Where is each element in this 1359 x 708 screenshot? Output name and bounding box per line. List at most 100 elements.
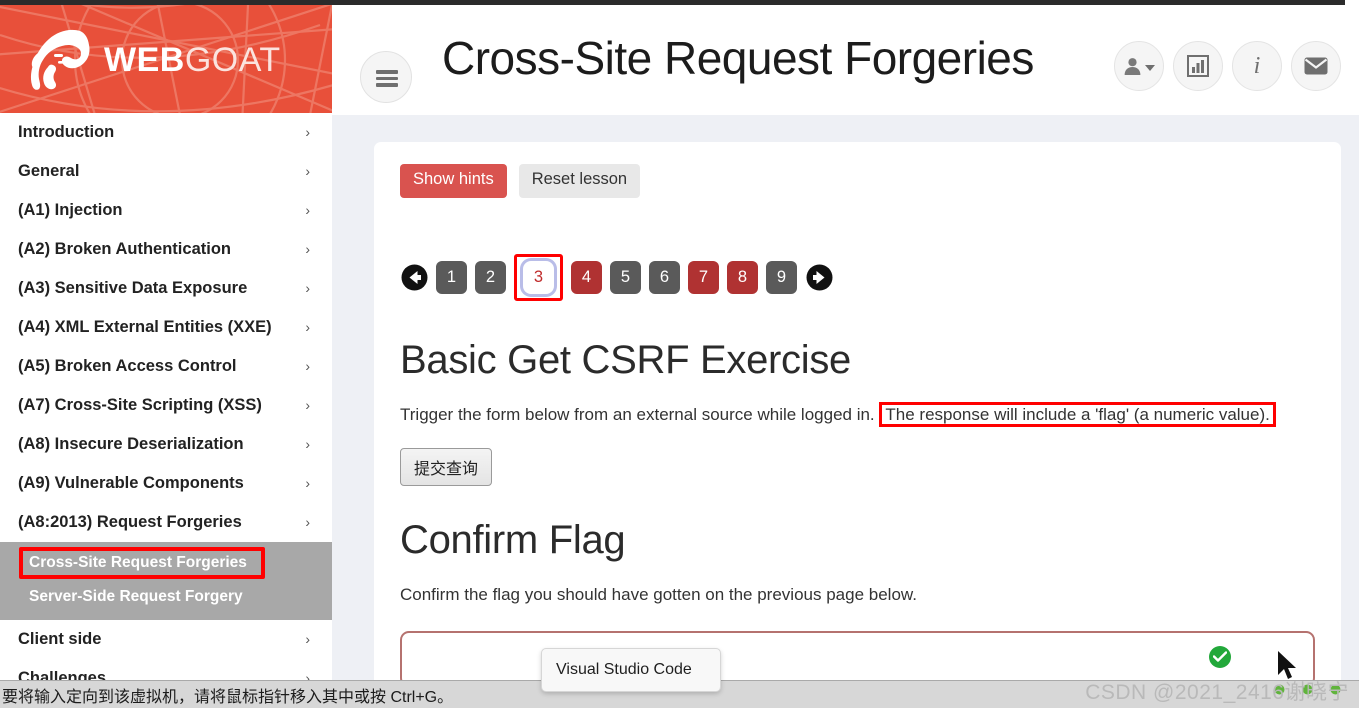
bar-chart-glyph [1187,55,1209,77]
mouse-cursor-icon [1278,651,1296,679]
submit-query-button[interactable]: 提交查询 [400,447,493,486]
chevron-right-icon: › [305,163,310,179]
envelope-icon[interactable] [1291,41,1341,91]
next-glyph [806,264,832,291]
header-icon-group: i [1114,41,1341,91]
annotation-box-page-3: 3 [514,254,563,302]
sidebar-item-label: (A7) Cross-Site Scripting (XSS) [18,396,262,414]
user-account-icon[interactable] [1114,41,1164,91]
chevron-right-icon: › [305,670,310,680]
sidebar-item-cross-site-scripting[interactable]: (A7) Cross-Site Scripting (XSS) › [0,386,332,425]
sidebar-item-injection[interactable]: (A1) Injection › [0,191,332,230]
chevron-right-icon: › [305,241,310,257]
reset-lesson-button[interactable]: Reset lesson [518,164,641,198]
info-glyph: i [1253,52,1261,79]
hamburger-bar [376,76,398,80]
chevron-right-icon: › [305,202,310,218]
annotation-highlight-flag-note: The response will include a 'flag' (a nu… [879,401,1276,427]
sidebar-item-label: Challenges [18,669,107,680]
chevron-right-icon: › [305,280,310,296]
arrow-left-circle-icon[interactable] [400,264,428,292]
page-title: Cross-Site Request Forgeries [442,32,1034,84]
bar-chart-icon[interactable] [1173,41,1223,91]
content-background: Show hints Reset lesson 1 2 3 4 5 6 7 8 … [332,115,1359,687]
show-hints-button[interactable]: Show hints [400,164,507,198]
lesson-description-plain: Trigger the form below from an external … [400,404,875,424]
sidebar-nav-list: Introduction › General › (A1) Injection … [0,113,332,680]
sidebar-item-insecure-deserialization[interactable]: (A8) Insecure Deserialization › [0,425,332,464]
hamburger-menu-icon[interactable] [360,51,412,103]
page-button-1[interactable]: 1 [436,261,467,295]
chevron-right-icon: › [305,436,310,452]
lesson-heading: Basic Get CSRF Exercise [400,337,851,382]
sidebar-subitem-label: Cross-Site Request Forgeries [29,554,247,571]
chevron-right-icon: › [305,397,310,413]
sidebar-item-challenges[interactable]: Challenges › [0,659,332,680]
info-icon[interactable]: i [1232,41,1282,91]
sidebar-item-label: (A5) Broken Access Control [18,357,237,375]
chevron-right-icon: › [305,358,310,374]
sidebar-item-client-side[interactable]: Client side › [0,620,332,659]
vscode-tooltip: Visual Studio Code [541,648,721,692]
chevron-down-icon [1145,65,1155,71]
chevron-right-icon: › [305,475,310,491]
page-header: Cross-Site Request Forgeries i [332,5,1359,115]
main-area: Cross-Site Request Forgeries i Show hint… [332,5,1359,687]
vm-status-text: 要将输入定向到该虚拟机，请将鼠标指针移入其中或按 Ctrl+G。 [2,688,454,706]
sidebar-item-cross-site-request-forgeries[interactable]: Cross-Site Request Forgeries [0,546,332,580]
lesson-pagination: 1 2 3 4 5 6 7 8 9 [400,254,1315,302]
chevron-right-icon: › [305,124,310,140]
prev-glyph [401,264,427,291]
sidebar-submenu-request-forgeries: Cross-Site Request Forgeries Server-Side… [0,542,332,620]
user-glyph [1124,57,1141,75]
page-button-7[interactable]: 7 [688,261,719,295]
sidebar-item-label: (A8) Insecure Deserialization [18,435,244,453]
confirm-flag-description: Confirm the flag you should have gotten … [400,584,917,604]
sidebar-subitem-label: Server-Side Request Forgery [29,588,243,605]
brand-header: WEBGOAT [0,5,332,113]
lesson-toolbar: Show hints Reset lesson [400,164,1315,198]
sidebar-item-label: (A1) Injection [18,201,123,219]
page-button-8[interactable]: 8 [727,261,758,295]
lesson-description: Trigger the form below from an external … [400,401,1315,429]
brand-name: WEBGOAT [104,41,281,80]
sidebar-item-label: (A4) XML External Entities (XXE) [18,318,272,336]
envelope-glyph [1304,57,1328,75]
sidebar-item-label: Introduction [18,123,115,141]
page-button-4[interactable]: 4 [571,261,602,295]
chevron-right-icon: › [305,319,310,335]
chevron-right-icon: › [305,631,310,647]
vm-screen: WEBGOAT Introduction › General › (A1) In… [0,0,1359,708]
arrow-right-circle-icon[interactable] [805,264,833,292]
sidebar-item-label: (A8:2013) Request Forgeries [18,513,242,531]
sidebar-item-introduction[interactable]: Introduction › [0,113,332,152]
sidebar-item-server-side-request-forgery[interactable]: Server-Side Request Forgery [0,580,332,614]
confirm-flag-heading: Confirm Flag [400,517,626,562]
page-button-3[interactable]: 3 [523,261,554,295]
sidebar-item-general[interactable]: General › [0,152,332,191]
sidebar-item-label: (A3) Sensitive Data Exposure [18,279,248,297]
sidebar-item-sensitive-data-exposure[interactable]: (A3) Sensitive Data Exposure › [0,269,332,308]
sidebar-item-xml-external-entities[interactable]: (A4) XML External Entities (XXE) › [0,308,332,347]
chevron-right-icon: › [305,514,310,530]
sidebar-item-label: (A2) Broken Authentication [18,240,231,258]
sidebar-item-broken-access-control[interactable]: (A5) Broken Access Control › [0,347,332,386]
hamburger-bar [376,83,398,87]
brand-name-goat: GOAT [184,41,281,79]
check-glyph [1213,651,1227,663]
page-button-6[interactable]: 6 [649,261,680,295]
sidebar-item-broken-authentication[interactable]: (A2) Broken Authentication › [0,230,332,269]
page-button-5[interactable]: 5 [610,261,641,295]
page-button-2[interactable]: 2 [475,261,506,295]
page-button-9[interactable]: 9 [766,261,797,295]
csdn-watermark: CSDN @2021_2416谢晓宁 [1085,681,1349,704]
sidebar: WEBGOAT Introduction › General › (A1) In… [0,5,332,680]
brand-name-web: WEB [104,41,185,79]
sidebar-item-request-forgeries[interactable]: (A8:2013) Request Forgeries › [0,503,332,542]
sidebar-item-label: (A9) Vulnerable Components [18,474,244,492]
lesson-card: Show hints Reset lesson 1 2 3 4 5 6 7 8 … [374,142,1341,687]
sidebar-item-vulnerable-components[interactable]: (A9) Vulnerable Components › [0,464,332,503]
green-check-circle-icon [1209,645,1231,668]
goat-head-icon [30,29,90,90]
sidebar-item-label: Client side [18,630,102,648]
